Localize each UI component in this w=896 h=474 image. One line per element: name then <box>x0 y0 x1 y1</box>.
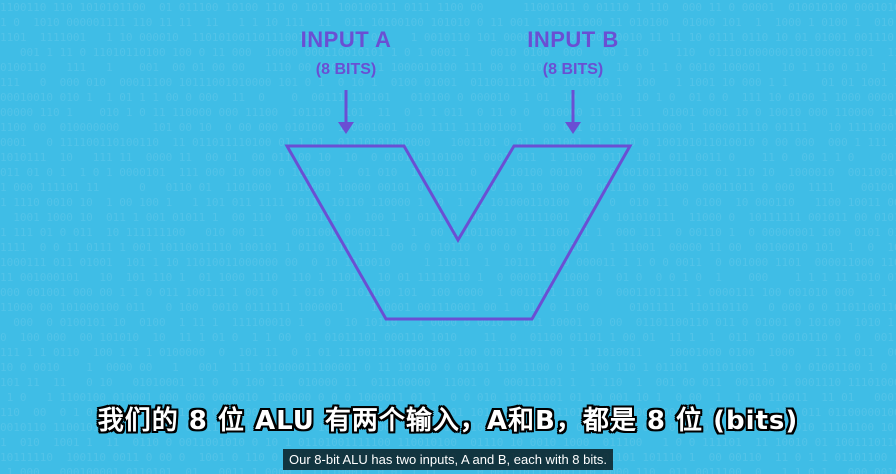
arrow-b-icon <box>565 90 581 134</box>
subtitle-english-box: Our 8-bit ALU has two inputs, A and B, e… <box>200 449 696 470</box>
subtitle-english: Our 8-bit ALU has two inputs, A and B, e… <box>283 449 613 470</box>
alu-shape <box>284 144 633 321</box>
arrow-a-icon <box>338 90 354 134</box>
video-frame: 1100110 110 1010101100 01 011100 10100 1… <box>0 0 896 474</box>
subtitle-chinese: 我们的 8 位 ALU 有两个输入，A和B，都是 8 位 (bits) <box>97 406 799 436</box>
